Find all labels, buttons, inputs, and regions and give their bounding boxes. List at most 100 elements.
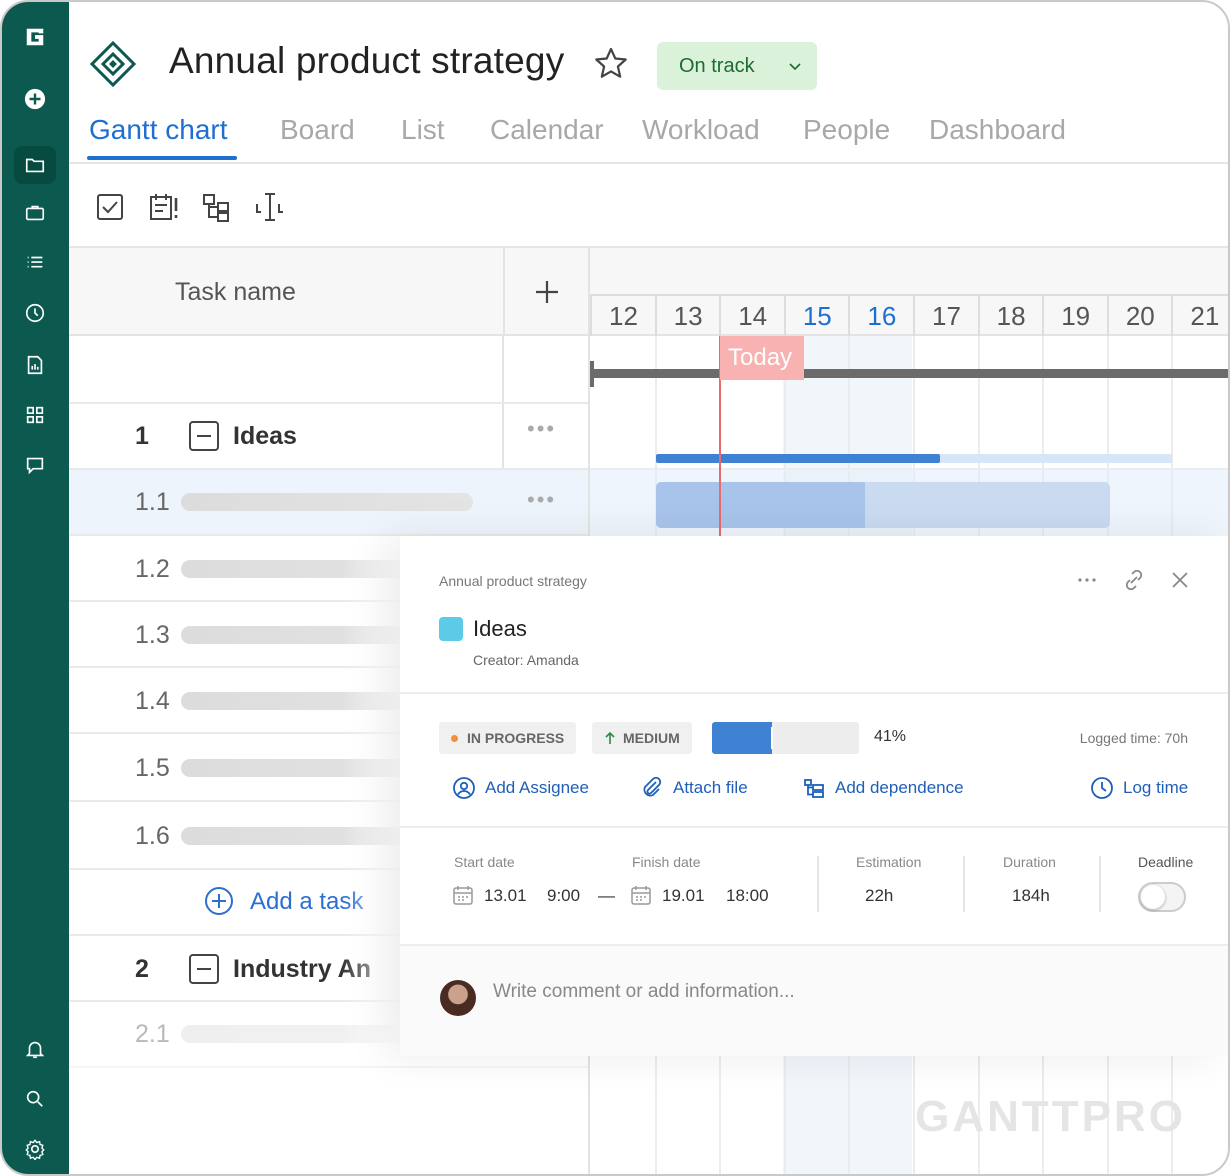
finish-date-label: Finish date	[632, 854, 701, 870]
tab-workload[interactable]: Workload	[642, 114, 760, 146]
project-summary-bar[interactable]	[592, 369, 1228, 378]
project-diamond-icon	[89, 40, 137, 88]
progress-handle[interactable]	[771, 727, 774, 749]
log-time-button[interactable]: Log time	[1090, 772, 1188, 804]
column-width-icon[interactable]	[253, 190, 287, 224]
panel-shadow-fade	[342, 536, 402, 1056]
day-header-cell: 12	[590, 294, 655, 336]
deadline-label: Deadline	[1138, 854, 1194, 870]
status-chip-label: IN PROGRESS	[467, 730, 565, 746]
projects-folder-icon[interactable]	[14, 146, 56, 184]
start-time-value[interactable]: 9:00	[547, 886, 580, 906]
column-header-task-name: Task name	[175, 278, 296, 306]
list-icon[interactable]	[14, 244, 56, 282]
divider	[817, 856, 819, 912]
deadline-toggle[interactable]	[1138, 882, 1186, 912]
day-header-cell: 17	[913, 294, 978, 336]
favorite-star-icon[interactable]	[593, 46, 629, 82]
divider	[963, 856, 965, 912]
day-header-cell: 14	[719, 294, 785, 336]
collapse-icon[interactable]	[189, 421, 219, 451]
status-dot-icon	[451, 734, 458, 742]
day-header-cell: 21	[1171, 294, 1228, 336]
collapse-icon[interactable]	[189, 954, 219, 984]
project-header: Annual product strategy On track Gantt c…	[69, 2, 1228, 164]
day-header-cell: 19	[1042, 294, 1108, 336]
checkbox-icon[interactable]	[93, 190, 127, 224]
more-horizontal-icon[interactable]	[1075, 568, 1099, 592]
clock-icon[interactable]	[14, 294, 56, 332]
task-detail-panel: Annual product strategy Ideas Creator: A…	[400, 536, 1228, 1056]
task-row-1-1[interactable]: 1.1 •••	[69, 470, 588, 536]
settings-gear-icon[interactable]	[14, 1130, 56, 1168]
breadcrumb[interactable]: Annual product strategy	[439, 573, 587, 589]
more-options-icon[interactable]: •••	[527, 487, 556, 513]
app-logo-icon[interactable]	[14, 18, 56, 56]
finish-date-value[interactable]: 19.01	[662, 886, 705, 906]
app-window: Annual product strategy On track Gantt c…	[0, 0, 1230, 1176]
apps-grid-icon[interactable]	[14, 396, 56, 434]
group-number: 2	[135, 955, 149, 983]
duration-value[interactable]: 184h	[1012, 886, 1050, 906]
group-row-ideas[interactable]: 1 Ideas •••	[69, 404, 588, 470]
chat-icon[interactable]	[14, 446, 56, 484]
tab-list[interactable]: List	[401, 114, 445, 146]
paperclip-icon	[643, 776, 662, 797]
attach-file-label: Attach file	[673, 778, 748, 797]
add-column-button[interactable]	[503, 248, 588, 336]
tab-gantt-chart[interactable]: Gantt chart	[89, 114, 228, 146]
calendar-icon	[453, 886, 473, 905]
logged-time: Logged time: 70h	[1079, 730, 1188, 746]
attach-file-button[interactable]: Attach file	[640, 772, 748, 804]
plus-icon	[535, 281, 558, 303]
add-assignee-label: Add Assignee	[485, 778, 589, 797]
hierarchy-icon[interactable]	[199, 190, 233, 224]
close-icon[interactable]	[1168, 568, 1192, 592]
tab-people[interactable]: People	[803, 114, 890, 146]
status-dropdown[interactable]: On track	[657, 42, 817, 90]
report-icon[interactable]	[14, 346, 56, 384]
status-chip[interactable]: IN PROGRESS	[439, 722, 577, 754]
panel-actions	[1075, 568, 1192, 597]
comment-input[interactable]: Write comment or add information...	[493, 981, 795, 1003]
task-title[interactable]: Ideas	[473, 616, 527, 642]
tab-dashboard[interactable]: Dashboard	[929, 114, 1066, 146]
progress-fill	[712, 722, 773, 754]
duration-label: Duration	[1003, 854, 1056, 870]
tab-board[interactable]: Board	[280, 114, 355, 146]
progress-percent: 41%	[874, 728, 907, 745]
more-options-icon[interactable]: •••	[527, 416, 556, 442]
add-dependence-label: Add dependence	[835, 778, 964, 797]
add-assignee-button[interactable]: Add Assignee	[452, 772, 589, 804]
project-start-marker	[590, 361, 594, 387]
deadline-calendar-icon[interactable]	[147, 190, 181, 224]
portfolio-briefcase-icon[interactable]	[14, 194, 56, 232]
calendar-icon	[631, 886, 651, 905]
task-number: 1.2	[135, 555, 170, 583]
priority-chip[interactable]: MEDIUM	[592, 722, 692, 754]
task-bar-1-1[interactable]	[656, 482, 1110, 528]
task-creator: Creator: Amanda	[473, 652, 579, 668]
sidebar	[2, 2, 69, 1174]
estimation-value[interactable]: 22h	[865, 886, 893, 906]
start-date-value[interactable]: 13.01	[484, 886, 527, 906]
progress-bar[interactable]	[712, 722, 859, 754]
task-color-swatch[interactable]	[439, 617, 463, 641]
gantt-toolbar	[69, 166, 1228, 248]
project-row	[69, 338, 588, 404]
add-dependence-button[interactable]: Add dependence	[802, 772, 964, 804]
search-icon[interactable]	[14, 1080, 56, 1118]
today-badge: Today	[720, 336, 804, 380]
clock-icon	[1091, 777, 1113, 799]
bell-icon[interactable]	[14, 1030, 56, 1068]
task-progress-fill	[656, 482, 865, 528]
link-icon[interactable]	[1122, 568, 1146, 592]
group-bar-ideas[interactable]	[656, 454, 1172, 463]
status-label: On track	[679, 54, 755, 77]
divider	[400, 692, 1228, 694]
finish-time-value[interactable]: 18:00	[726, 886, 769, 906]
tab-calendar[interactable]: Calendar	[490, 114, 604, 146]
add-icon[interactable]	[14, 80, 56, 118]
user-circle-icon	[453, 777, 475, 799]
dependence-icon	[804, 779, 824, 798]
